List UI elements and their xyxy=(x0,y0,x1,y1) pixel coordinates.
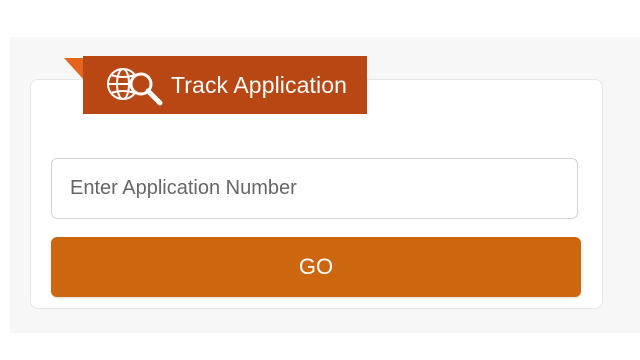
globe-search-icon xyxy=(107,68,163,106)
application-number-input[interactable] xyxy=(52,159,577,218)
ribbon-fold xyxy=(64,58,84,80)
track-application-title: Track Application xyxy=(171,71,347,98)
application-number-field[interactable] xyxy=(51,158,578,219)
go-button[interactable]: GO xyxy=(51,237,581,297)
track-application-header: Track Application xyxy=(83,56,367,114)
